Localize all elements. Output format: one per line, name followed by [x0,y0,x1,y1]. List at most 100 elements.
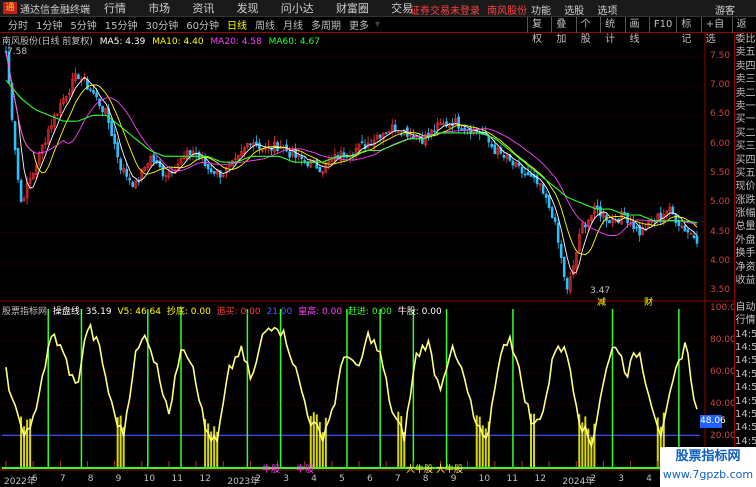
menu-item-wealth[interactable]: 财富圈 [336,2,369,15]
indicator-name[interactable]: 股票指标网 [2,307,47,317]
watermark-title: 股票指标网 [675,449,741,464]
sidebar-item[interactable]: 买二 [735,127,756,140]
sidebar-item[interactable]: 卖一 [735,100,756,113]
date-tick-label: 4 [646,474,652,484]
chevron-down-icon[interactable]: ▾ [375,19,380,30]
mark-reduce[interactable]: 减 [597,295,606,308]
date-tick-label: 10 [143,474,156,484]
sidebar-item[interactable]: 现价 [735,180,756,193]
candle-body [101,105,104,113]
menu-item-market[interactable]: 市场 [148,2,170,15]
price-tick-label: 6.00 [710,138,731,149]
sidebar-item[interactable]: 14:5 [735,354,756,367]
sidebar-item[interactable]: 外盘 [735,234,756,247]
sidebar-item[interactable]: 卖二 [735,87,756,100]
candle-body [209,168,213,173]
price-tick-label: 7.50 [710,50,731,61]
sidebar-item[interactable]: 14:5 [735,408,756,421]
date-tick-label: 2 [255,474,261,484]
candle-body [608,219,611,224]
period-15min[interactable]: 15分钟 [105,17,138,32]
candle-body [635,226,638,229]
tool-mark-button[interactable]: 标记 [676,17,700,45]
candle-body [517,163,521,166]
sidebar-item[interactable]: 14:5 [735,368,756,381]
kline-chart[interactable] [0,33,734,487]
period-weekly[interactable]: 周线 [255,17,275,32]
sidebar-item[interactable]: 涨跌 [735,194,756,207]
sidebar-item[interactable]: 14:5 [735,381,756,394]
period-more[interactable]: 更多 [349,17,369,32]
tool-add-watchlist-button[interactable]: +自选 [700,17,732,45]
candle-body [599,206,602,217]
candle-body [659,212,663,219]
sidebar-item[interactable]: 买四 [735,154,756,167]
ma5-line [5,52,698,274]
candle-body [116,142,119,158]
sidebar-item[interactable]: 委比 [735,33,756,46]
candle-body [258,142,261,150]
tool-stock-button[interactable]: 个股 [575,17,600,45]
tool-f10-button[interactable]: F10 [648,17,676,33]
sidebar-item[interactable]: 行情 [735,314,756,327]
app-logo-icon: 通 [3,2,17,14]
sidebar-item[interactable]: 买五 [735,167,756,180]
candle-body [360,141,364,143]
sidebar-item[interactable]: 14:5 [735,395,756,408]
login-notice[interactable]: 证券交易未登录 南风股份 [410,2,527,17]
tool-adjust-button[interactable]: 复权 [527,17,551,45]
ma10-label: MA10: 4.40 [152,37,204,47]
date-tick-label: 5 [339,474,345,484]
candle-body [288,151,291,158]
menu-item-quotes[interactable]: 行情 [104,2,126,15]
menu-item-stock-pick[interactable]: 选股 [564,6,584,17]
menu-item-ask[interactable]: 问小达 [281,2,314,15]
period-multi[interactable]: 多周期 [311,17,341,32]
sidebar-item[interactable]: 净资 [735,261,756,274]
sidebar-item[interactable]: 收益 [735,274,756,287]
menu-item-discover[interactable]: 发现 [237,2,259,15]
candle-body [562,256,566,277]
tool-stats-button[interactable]: 统计 [600,17,624,45]
period-30min[interactable]: 30分钟 [145,17,178,32]
sidebar-item[interactable]: 买一 [735,113,756,126]
candle-body [393,124,397,132]
sidebar-item[interactable]: 卖五 [735,46,756,59]
sidebar-item[interactable]: 14:5 [735,421,756,434]
candle-body [318,166,322,173]
v5-label: V5: 46.64 [117,307,161,317]
main-legend: 南风股份(日线 前复权) MA5: 4.39 MA10: 4.40 MA20: … [2,34,324,47]
price-tick-label: 4.50 [710,226,731,237]
sidebar-item[interactable]: 换手 [735,247,756,260]
candle-body [674,214,678,224]
sidebar-item[interactable]: 自动 [735,301,756,314]
sidebar-item[interactable]: 14:5 [735,328,756,341]
mark-finance[interactable]: 财 [644,295,653,308]
period-1min[interactable]: 1分钟 [36,17,62,32]
sidebar-item[interactable] [735,287,756,300]
date-tick-label: 9 [450,474,457,484]
high-annotation: 7.58 [7,47,28,57]
tool-overlay-button[interactable]: 叠加 [551,17,575,45]
app-title: 通达信金融终端 [20,4,90,16]
guest-user[interactable]: 游客 [715,2,735,17]
tool-back-button[interactable]: 返回 [731,17,756,45]
menu-item-news[interactable]: 资讯 [192,2,214,15]
period-5min[interactable]: 5分钟 [70,17,96,32]
tool-draw-button[interactable]: 画线 [624,17,649,45]
menu-item-options[interactable]: 选项 [597,6,617,17]
sidebar-item[interactable]: 买三 [735,140,756,153]
sidebar-item[interactable]: 总量 [735,220,756,233]
period-60min[interactable]: 60分钟 [186,17,219,32]
sidebar-item[interactable]: 卖三 [735,73,756,86]
period-monthly[interactable]: 月线 [283,17,303,32]
date-tick-label: 8 [87,474,94,484]
candle-body [511,160,515,166]
candle-body [13,121,17,151]
menu-item-functions[interactable]: 功能 [531,6,551,17]
period-timeshare[interactable]: 分时 [8,17,28,32]
sidebar-item[interactable]: 涨幅 [735,207,756,220]
period-daily[interactable]: 日线 [227,17,247,32]
sidebar-item[interactable]: 卖四 [735,60,756,73]
sidebar-item[interactable]: 14:5 [735,341,756,354]
